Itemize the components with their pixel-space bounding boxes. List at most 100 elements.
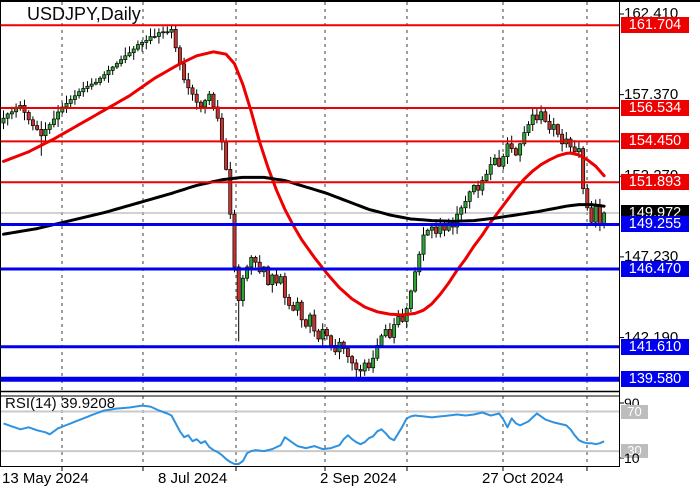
candle-bullish: [93, 81, 98, 85]
candle-bearish: [282, 276, 287, 298]
rsi-line[interactable]: [3, 404, 605, 465]
candle-bullish: [383, 329, 388, 337]
candle-bearish: [165, 31, 170, 34]
price-badge-blue: 141.610: [621, 338, 689, 355]
candle-bullish: [379, 335, 384, 346]
candle-bearish: [186, 79, 191, 89]
price-badge-red: 156.534: [621, 100, 689, 117]
candle-bullish: [484, 173, 489, 181]
candle-bullish: [152, 36, 157, 38]
candle-bullish: [98, 77, 103, 83]
candle-bearish: [434, 226, 439, 234]
date-label: 27 Oct 2024: [482, 470, 564, 487]
candle-bullish: [459, 207, 464, 215]
candle-bullish: [362, 362, 367, 372]
candle-bearish: [358, 369, 363, 372]
candle-bullish: [492, 157, 497, 165]
candle-bullish: [505, 143, 510, 157]
candle-bullish: [429, 226, 434, 231]
candle-bearish: [400, 316, 405, 322]
candle-bearish: [497, 157, 502, 167]
candle-bearish: [194, 93, 199, 103]
candle-bearish: [236, 266, 241, 301]
candle-bullish: [18, 105, 23, 108]
candle-bearish: [30, 119, 35, 126]
candle-bearish: [177, 47, 182, 65]
candle-bullish: [425, 229, 430, 236]
candle-bearish: [26, 112, 31, 121]
candle-bullish: [9, 111, 14, 115]
candle-bullish: [43, 128, 48, 137]
candle-bearish: [324, 329, 329, 337]
candle-bullish: [308, 314, 313, 327]
candle-bearish: [597, 205, 602, 226]
candle-bullish: [64, 103, 69, 108]
candle-bullish: [539, 111, 544, 121]
candle-bullish: [5, 113, 10, 119]
candle-bearish: [232, 213, 237, 268]
candle-bullish: [119, 59, 124, 64]
candle-bearish: [350, 356, 355, 364]
candle-bearish: [198, 101, 203, 108]
candle-bullish: [471, 185, 476, 193]
candle-bullish: [140, 42, 145, 45]
candle-bullish: [169, 29, 174, 33]
candle-bearish: [182, 63, 187, 81]
candle-bearish: [345, 348, 350, 357]
candle-bearish: [291, 305, 296, 311]
candle-bullish: [114, 63, 119, 68]
candle-bullish: [408, 290, 413, 309]
rsi-indicator-value: 39.9208: [60, 395, 116, 412]
candle-bullish: [530, 114, 535, 125]
candle-bullish: [488, 164, 493, 175]
candle-bearish: [287, 297, 292, 306]
ma-fast-red[interactable]: [2, 50, 606, 317]
candle-bullish: [249, 257, 254, 268]
candle-bearish: [442, 225, 447, 231]
candle-bearish: [39, 129, 44, 137]
rsi-scale-label-10: 10: [624, 450, 640, 466]
candle-bullish: [127, 52, 132, 57]
candle-bullish: [295, 301, 300, 311]
price-badge-blue: 149.255: [621, 216, 689, 233]
candle-bearish: [312, 314, 317, 332]
price-badge-blue: 139.580: [621, 371, 689, 388]
price-badge-red: 154.450: [621, 133, 689, 150]
candle-bearish: [329, 335, 334, 346]
candle-bearish: [316, 330, 321, 340]
candle-bearish: [547, 121, 552, 130]
candle-bullish: [77, 91, 82, 97]
candle-bullish: [413, 271, 418, 292]
candle-bullish: [270, 274, 275, 285]
price-badge-blue: 146.470: [621, 261, 689, 278]
candle-bullish: [110, 66, 115, 71]
rsi-indicator-label: RSI(14) 39.9208: [5, 395, 115, 412]
candle-bullish: [1, 117, 6, 124]
chart-canvas[interactable]: [0, 0, 700, 500]
price-badge-red: 151.893: [621, 174, 689, 191]
candle-bullish: [47, 124, 52, 130]
rsi-scale-label-70: 70: [621, 404, 648, 419]
candle-bullish: [438, 225, 443, 234]
candle-bullish: [51, 118, 56, 125]
candle-bearish: [366, 362, 371, 369]
candle-bearish: [35, 125, 40, 130]
candle-bearish: [173, 29, 178, 49]
candle-bearish: [589, 207, 594, 223]
candle-bearish: [509, 143, 514, 149]
candle-bullish: [131, 48, 136, 54]
candle-bullish: [106, 69, 111, 76]
price-badge-red: 161.704: [621, 17, 689, 34]
trading-chart-window: USDJPY,Daily RSI(14) 39.9208 162.410 157.…: [0, 0, 700, 500]
candle-bearish: [299, 301, 304, 321]
date-label: 13 May 2024: [2, 470, 89, 487]
candle-bullish: [144, 40, 149, 43]
candle-bullish: [148, 36, 153, 41]
candle-bearish: [354, 362, 359, 370]
rsi-indicator-name: RSI(14): [5, 395, 57, 412]
candle-bearish: [219, 117, 224, 143]
candle-bullish: [135, 44, 140, 50]
candle-bearish: [211, 93, 216, 108]
candle-bearish: [534, 114, 539, 121]
candle-bullish: [593, 205, 598, 223]
